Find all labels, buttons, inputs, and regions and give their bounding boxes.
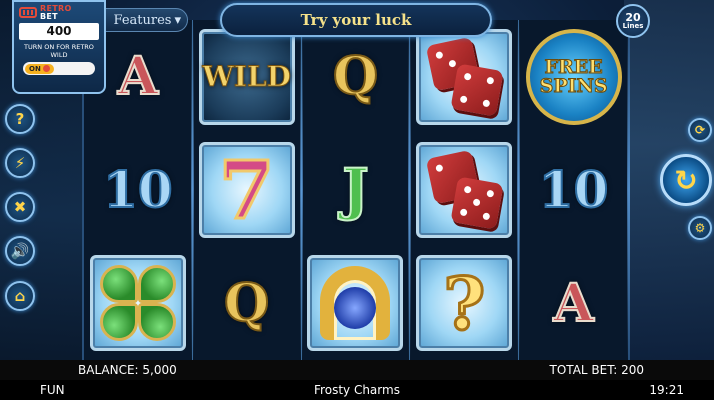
speaker-icon: 🔊 (10, 242, 30, 260)
spin-button[interactable]: ↻ (660, 154, 712, 206)
retro-bet-panel: RETRO BET 400 TURN ON FOR RETRO WILD ON (12, 0, 106, 94)
horseshoe-tile (307, 255, 404, 352)
retro-cassette-icon (19, 7, 37, 19)
dice-tile (416, 28, 513, 125)
symbol-j: J (341, 156, 369, 224)
wild-label: WILD (202, 60, 292, 94)
seven-label: 7 (217, 141, 276, 238)
reel-4: ? (410, 20, 520, 360)
reels-area: A 10 WILD 7 Q Q J ? FREE SPINS 10 A (82, 20, 630, 360)
symbol-a: A (552, 272, 594, 335)
total-bet-text: TOTAL BET: 200 (549, 363, 644, 377)
reel-3: Q J (302, 20, 412, 360)
symbol-horseshoe (302, 247, 410, 360)
seven-tile: 7 (198, 141, 295, 238)
free-spins-line2: SPINS (539, 74, 608, 97)
retro-bet-note: TURN ON FOR RETRO WILD (24, 43, 94, 60)
lines-label: Lines (622, 22, 644, 30)
symbol-10: 10 (538, 159, 610, 220)
retro-bet-title: RETRO BET (40, 4, 72, 21)
chevron-down-icon: ▾ (174, 12, 181, 28)
autoplay-button[interactable]: ⟳ (688, 118, 712, 142)
coin-icon: ⚙ (694, 221, 706, 235)
symbol-free-spins: FREE SPINS (519, 20, 628, 133)
dice-icon (424, 149, 504, 230)
symbol-q: Q (223, 272, 270, 335)
mystery-label: ? (442, 259, 487, 347)
wild-tile: WILD (198, 28, 295, 125)
reel-5: FREE SPINS 10 A (519, 20, 630, 360)
paytable-button[interactable]: ⚡ (5, 148, 35, 178)
status-bar: FUN Frosty Charms 19:21 (0, 380, 714, 400)
retro-wild-toggle[interactable]: ON (23, 62, 95, 76)
symbol-seven: 7 (193, 133, 301, 246)
info-bar: BALANCE: 5,000 TOTAL BET: 200 (0, 360, 714, 380)
free-spins-badge: FREE SPINS (525, 28, 622, 125)
balance-text: BALANCE: 5,000 (78, 363, 177, 377)
symbol-mystery: ? (410, 247, 518, 360)
symbol-clover (84, 247, 192, 360)
retro-bet-header: RETRO BET (19, 5, 99, 20)
bet-settings-button[interactable]: ⚙ (688, 216, 712, 240)
question-icon: ? (15, 110, 25, 128)
lines-badge: 20 Lines (616, 4, 650, 38)
retro-bet-value: 400 (19, 23, 99, 41)
sound-button[interactable]: 🔊 (5, 236, 35, 266)
autoplay-icon: ⟳ (694, 123, 706, 137)
home-button[interactable]: ⌂ (5, 281, 35, 311)
features-tab[interactable]: Features ▾ (104, 8, 188, 32)
toggle-knob-icon (42, 65, 50, 73)
features-label: Features (113, 12, 172, 28)
mystery-tile: ? (416, 255, 513, 352)
reel-2: WILD 7 Q (193, 20, 303, 360)
settings-button[interactable]: ✖ (5, 192, 35, 222)
dice-icon (424, 36, 504, 117)
help-button[interactable]: ? (5, 104, 35, 134)
wrench-icon: ✖ (13, 198, 27, 216)
spin-arrow-icon: ↻ (674, 163, 698, 197)
dice-tile (416, 141, 513, 238)
game-title: Frosty Charms (314, 383, 400, 397)
message-banner: Try your luck (220, 3, 492, 37)
clover-tile (89, 255, 186, 352)
banner-message: Try your luck (300, 11, 412, 29)
horseshoe-icon (320, 266, 391, 341)
free-spins-line1: FREE (544, 55, 603, 78)
retro-toggle-on: ON (25, 63, 54, 74)
home-icon: ⌂ (14, 287, 26, 305)
clock: 19:21 (649, 383, 684, 397)
symbol-dice (410, 133, 518, 246)
four-leaf-clover-icon (98, 263, 178, 343)
symbol-10: 10 (102, 159, 174, 220)
lightning-icon: ⚡ (14, 154, 26, 172)
